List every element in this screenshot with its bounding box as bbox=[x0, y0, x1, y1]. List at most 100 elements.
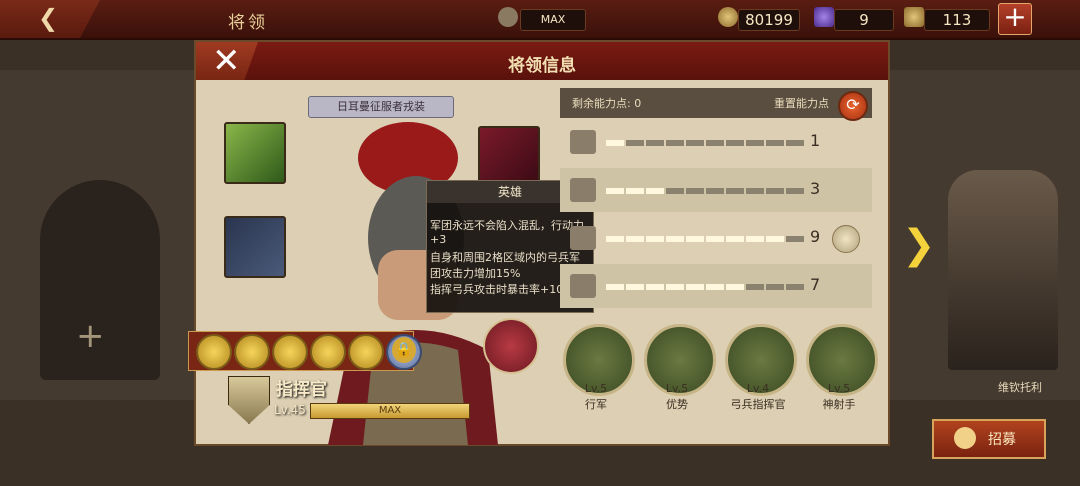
skill-level: Lv.5 bbox=[584, 382, 608, 395]
stat-segment bbox=[606, 236, 624, 242]
plus-icon: + bbox=[76, 316, 105, 356]
stat-segment bbox=[746, 188, 764, 194]
tooltip-line: +3 bbox=[430, 233, 447, 246]
stat-segment bbox=[746, 284, 764, 290]
remaining-points: 剩余能力点: 0 bbox=[572, 97, 642, 110]
stat-segment bbox=[666, 140, 684, 146]
stat-segment bbox=[626, 140, 644, 146]
bow-icon bbox=[570, 226, 596, 250]
skill-name: 行军 bbox=[585, 398, 607, 411]
page-title: 将领 bbox=[228, 13, 268, 33]
stat-value: 3 bbox=[810, 179, 821, 198]
skill-level: Lv.5 bbox=[665, 382, 689, 395]
rank-star-icon bbox=[348, 334, 384, 370]
stat-segment bbox=[646, 188, 664, 194]
skill-level: Lv.5 bbox=[827, 382, 851, 395]
next-hero-portrait[interactable] bbox=[948, 170, 1058, 370]
stat-segment bbox=[766, 188, 784, 194]
rank-shield-icon bbox=[228, 376, 270, 424]
tooltip-line: 自身和周围2格区域内的弓兵军 bbox=[430, 251, 580, 264]
building-level: MAX bbox=[520, 9, 586, 31]
stat-segment bbox=[706, 236, 724, 242]
star-badge-icon[interactable] bbox=[832, 225, 860, 253]
stat-segment bbox=[726, 284, 744, 290]
gem-count: 9 bbox=[834, 9, 894, 31]
stat-segment bbox=[606, 140, 624, 146]
spear-equip-slot[interactable] bbox=[224, 216, 286, 278]
stat-segment bbox=[766, 284, 784, 290]
skill-name: 弓兵指挥官 bbox=[730, 398, 786, 411]
skin-label[interactable]: 日耳曼征服者戎装 bbox=[308, 96, 454, 118]
helmet-icon bbox=[954, 427, 976, 449]
next-hero-name: 维钦托利 bbox=[998, 381, 1042, 394]
stat-segment bbox=[786, 188, 804, 194]
dialog-title: 将领信息 bbox=[508, 56, 576, 76]
recruit-label: 招募 bbox=[988, 432, 1016, 448]
stat-segment bbox=[666, 236, 684, 242]
stat-value: 9 bbox=[810, 227, 821, 246]
coin-icon bbox=[718, 7, 738, 27]
stat-row: 9 bbox=[560, 216, 872, 260]
rank-star-icon bbox=[272, 334, 308, 370]
stat-segment bbox=[706, 284, 724, 290]
stat-segment bbox=[746, 236, 764, 242]
stat-segment bbox=[626, 284, 644, 290]
lock-icon: 🔒 bbox=[392, 337, 416, 363]
stat-row: 7 bbox=[560, 264, 872, 308]
stat-segment bbox=[786, 140, 804, 146]
banner-equip-slot[interactable] bbox=[224, 122, 286, 184]
reset-points-button[interactable]: ⟳ bbox=[838, 91, 868, 121]
stat-row: 1 bbox=[560, 120, 872, 164]
rank-star-icon bbox=[234, 334, 270, 370]
stat-segment bbox=[686, 188, 704, 194]
coin-count: 80199 bbox=[738, 9, 800, 31]
stat-segment bbox=[626, 188, 644, 194]
stat-value: 7 bbox=[810, 275, 821, 294]
stat-segment bbox=[786, 284, 804, 290]
skill-name: 神射手 bbox=[822, 398, 856, 411]
stat-segment bbox=[766, 236, 784, 242]
stat-segment bbox=[686, 140, 704, 146]
sword-icon bbox=[570, 130, 596, 154]
stat-value: 1 bbox=[810, 131, 821, 150]
ticket-count: 113 bbox=[924, 9, 990, 31]
stat-segment bbox=[746, 140, 764, 146]
chevron-left-icon: ❮ bbox=[38, 4, 59, 32]
ticket-icon bbox=[904, 7, 924, 27]
stat-segment bbox=[686, 236, 704, 242]
skill-name: 优势 bbox=[666, 398, 688, 411]
add-resource-button[interactable]: + bbox=[998, 3, 1032, 35]
cavalry-icon bbox=[570, 178, 596, 202]
tooltip-line: 指挥弓兵攻击时暴击率+10% bbox=[430, 283, 574, 296]
rank-title: 指挥官 bbox=[276, 380, 327, 400]
reset-points-label: 重置能力点 bbox=[774, 97, 829, 110]
stat-segment bbox=[646, 140, 664, 146]
level-bar: MAX bbox=[310, 403, 470, 419]
stat-segment bbox=[666, 188, 684, 194]
anchor-icon bbox=[570, 274, 596, 298]
rank-star-icon bbox=[196, 334, 232, 370]
stat-row: 3 bbox=[560, 168, 872, 212]
stat-segment bbox=[706, 188, 724, 194]
close-icon: ✕ bbox=[212, 41, 241, 81]
stat-segment bbox=[666, 284, 684, 290]
next-hero-arrow-icon[interactable]: ❯ bbox=[902, 222, 936, 268]
crown-skill-button[interactable] bbox=[483, 318, 539, 374]
stat-segment bbox=[726, 140, 744, 146]
general-level: Lv.45 bbox=[274, 403, 306, 417]
stat-segment bbox=[706, 140, 724, 146]
stat-segment bbox=[606, 284, 624, 290]
stat-segment bbox=[726, 188, 744, 194]
gem-icon bbox=[814, 7, 834, 27]
stat-segment bbox=[766, 140, 784, 146]
recruit-button[interactable]: 招募 bbox=[932, 419, 1046, 459]
stat-segment bbox=[646, 284, 664, 290]
stat-segment bbox=[786, 236, 804, 242]
stat-segment bbox=[606, 188, 624, 194]
tooltip-line: 团攻击力增加15% bbox=[430, 267, 521, 280]
stat-segment bbox=[726, 236, 744, 242]
stat-segment bbox=[646, 236, 664, 242]
general-info-dialog: 将领信息 ✕ 日耳曼征服者戎装 英雄 军团永远不会陷入混乱，行动力 +3 自身和… bbox=[194, 40, 890, 446]
stat-segment bbox=[686, 284, 704, 290]
temple-icon bbox=[498, 7, 518, 27]
